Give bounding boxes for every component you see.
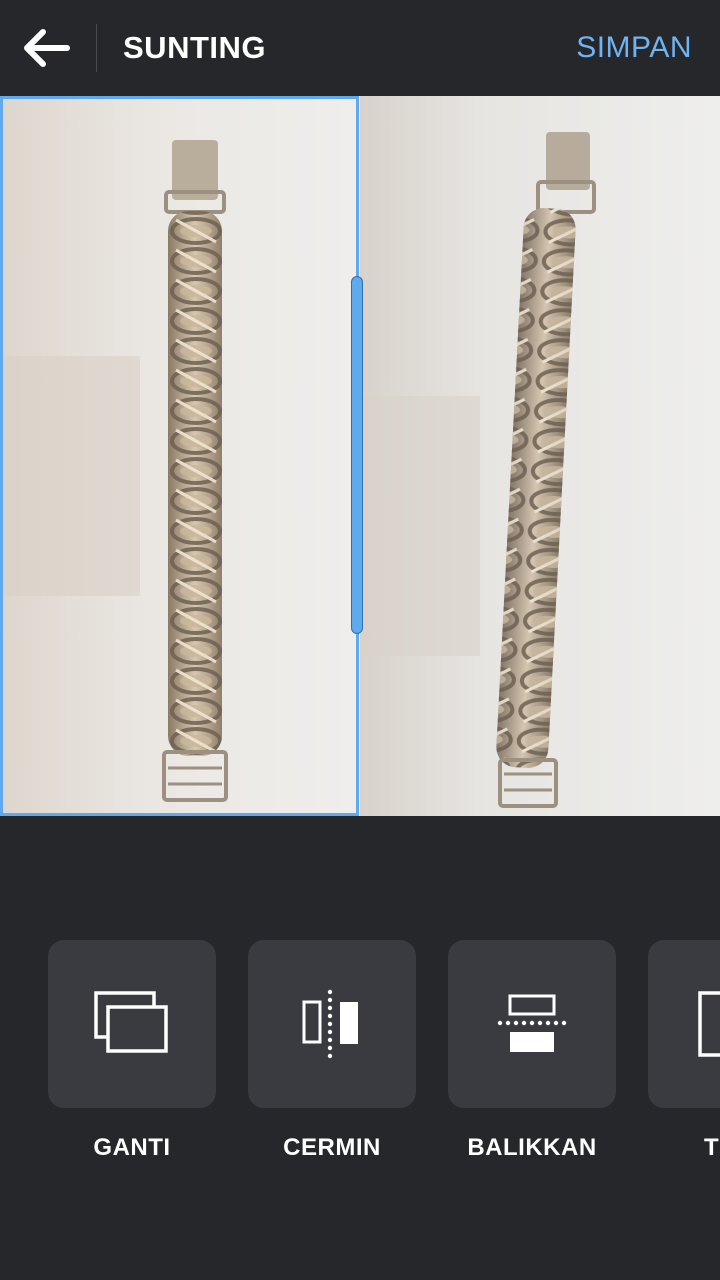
edit-tools-row: GANTI CERMIN BALIKKAN T: [0, 940, 720, 1180]
photo-panel-right[interactable]: [360, 96, 720, 816]
top-bar: SUNTING SIMPAN: [0, 0, 720, 96]
arrow-left-icon: [24, 29, 70, 67]
tool-flip-button[interactable]: [448, 940, 616, 1108]
tool-replace[interactable]: GANTI: [48, 940, 216, 1162]
bracelet-photo-left: [0, 96, 360, 816]
rotate-icon: [698, 991, 720, 1057]
tool-replace-label: GANTI: [93, 1134, 171, 1161]
tool-partial[interactable]: T: [648, 940, 720, 1162]
tool-flip[interactable]: BALIKKAN: [448, 940, 616, 1162]
photo-panel-left[interactable]: [0, 96, 360, 816]
tool-mirror[interactable]: CERMIN: [248, 940, 416, 1162]
collage-canvas: [0, 96, 720, 816]
tool-mirror-button[interactable]: [248, 940, 416, 1108]
tool-partial-button[interactable]: [648, 940, 720, 1108]
tool-flip-label: BALIKKAN: [467, 1134, 597, 1161]
mirror-icon: [302, 989, 358, 1059]
page-title: SUNTING: [123, 30, 266, 65]
flip-icon: [497, 994, 567, 1052]
save-button[interactable]: SIMPAN: [576, 30, 692, 66]
back-button[interactable]: [14, 18, 78, 78]
split-resize-handle[interactable]: [351, 276, 363, 634]
tool-mirror-label: CERMIN: [283, 1134, 381, 1161]
tool-partial-label: T: [704, 1134, 720, 1161]
header-divider: [96, 24, 97, 72]
bracelet-photo-right: [360, 96, 720, 816]
tool-replace-button[interactable]: [48, 940, 216, 1108]
replace-icon: [94, 991, 168, 1053]
